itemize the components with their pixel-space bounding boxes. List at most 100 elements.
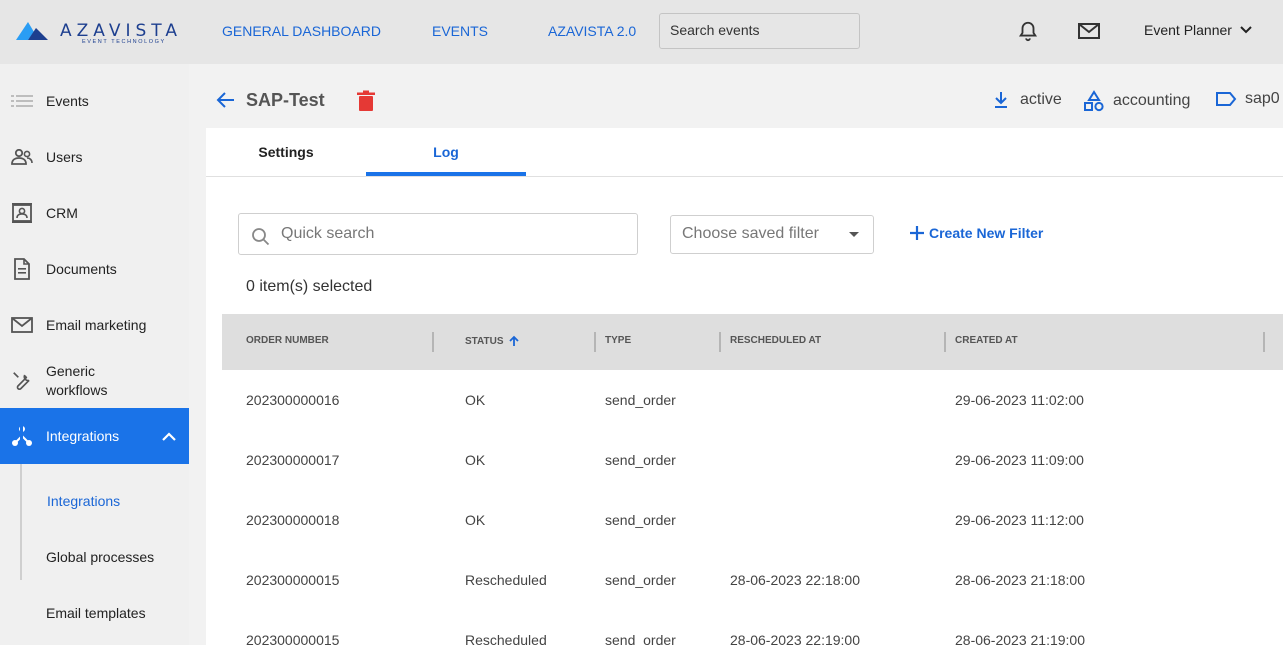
table-header: ORDER NUMBER STATUS TYPE RESCHEDULED AT …	[222, 314, 1283, 370]
created-at-cell: 29-06-2023 11:12:00	[955, 512, 1084, 528]
created-at-cell: 28-06-2023 21:18:00	[955, 572, 1085, 588]
created-at-cell: 29-06-2023 11:09:00	[955, 452, 1084, 468]
status-cell: OK	[465, 512, 486, 528]
main-panel: Settings Log Choose saved filter Create …	[206, 128, 1283, 645]
sidebar-item-label: CRM	[46, 204, 78, 221]
user-name: Event Planner	[1144, 22, 1232, 38]
mail-icon[interactable]	[1077, 20, 1101, 44]
rescheduled-at-cell: 28-06-2023 22:18:00	[730, 572, 860, 588]
type-cell: send_order	[605, 572, 676, 588]
saved-filter-select[interactable]: Choose saved filter	[670, 215, 874, 254]
status-cell: Rescheduled	[465, 632, 547, 645]
category-indicator: accounting	[1083, 90, 1190, 112]
bell-icon[interactable]	[1017, 20, 1041, 44]
tab-log[interactable]: Log	[366, 128, 526, 176]
column-header-order-number[interactable]: ORDER NUMBER	[246, 335, 329, 346]
label-tag-icon	[1216, 92, 1237, 106]
selected-count: 0 item(s) selected	[246, 278, 373, 295]
sort-ascending-icon	[508, 335, 519, 346]
submenu-item-email-templates[interactable]: Email templates	[46, 605, 146, 621]
sidebar-item-label: Users	[46, 148, 83, 165]
nav-general-dashboard[interactable]: GENERAL DASHBOARD	[222, 23, 381, 39]
sidebar-item-label: Email marketing	[46, 316, 147, 333]
caret-down-icon	[849, 232, 859, 237]
order-number-cell: 202300000018	[246, 512, 340, 528]
plus-icon	[910, 226, 924, 240]
sidebar-item-documents[interactable]: Documents	[0, 241, 189, 297]
order-number-cell: 202300000015	[246, 572, 340, 588]
users-icon	[10, 145, 34, 169]
create-filter-button[interactable]: Create New Filter	[909, 225, 1043, 241]
user-menu[interactable]: Event Planner	[1144, 22, 1252, 38]
sidebar-item-generic-workflows[interactable]: Generic workflows	[0, 353, 189, 409]
table-row[interactable]: 202300000016 OK send_order 29-06-2023 11…	[222, 370, 1283, 430]
column-resize-handle[interactable]	[594, 332, 596, 352]
sidebar-item-integrations[interactable]: Integrations	[0, 408, 189, 464]
document-icon	[10, 257, 34, 281]
back-arrow-icon[interactable]	[215, 89, 237, 111]
column-resize-handle[interactable]	[944, 332, 946, 352]
list-icon	[10, 89, 34, 113]
sidebar-item-label: Generic workflows	[46, 363, 108, 398]
tag-text: sap0	[1245, 90, 1280, 107]
tab-divider	[206, 176, 1283, 177]
created-at-cell: 28-06-2023 21:19:00	[955, 632, 1085, 645]
wrench-icon	[10, 369, 34, 393]
column-header-status[interactable]: STATUS	[465, 335, 520, 347]
brand-name: AZAVISTA	[60, 21, 182, 41]
category-text: accounting	[1113, 92, 1191, 109]
sidebar-item-label: Documents	[46, 260, 117, 277]
table-row[interactable]: 202300000015 Rescheduled send_order 28-0…	[222, 550, 1283, 610]
top-bar: AZAVISTA EVENT TECHNOLOGY GENERAL DASHBO…	[0, 0, 1283, 64]
sidebar-item-email-marketing[interactable]: Email marketing	[0, 297, 189, 353]
quick-search-input[interactable]	[281, 223, 621, 245]
contact-card-icon	[10, 201, 34, 225]
column-header-created-at[interactable]: CREATED AT	[955, 335, 1018, 346]
azavista-logo[interactable]: AZAVISTA EVENT TECHNOLOGY	[14, 18, 177, 48]
column-resize-handle[interactable]	[1263, 332, 1265, 352]
nav-azavista-2[interactable]: AZAVISTA 2.0	[548, 23, 636, 39]
table-row[interactable]: 202300000017 OK send_order 29-06-2023 11…	[222, 430, 1283, 490]
saved-filter-value: Choose saved filter	[682, 225, 819, 242]
create-filter-label: Create New Filter	[929, 225, 1044, 241]
status-cell: OK	[465, 392, 486, 408]
sidebar-item-crm[interactable]: CRM	[0, 185, 189, 241]
status-indicator: active	[990, 90, 1062, 110]
status-cell: Rescheduled	[465, 572, 547, 588]
download-icon	[995, 92, 1007, 108]
order-number-cell: 202300000017	[246, 452, 340, 468]
sidebar-item-label: Events	[46, 92, 89, 109]
order-number-cell: 202300000015	[246, 632, 340, 645]
trash-icon[interactable]	[356, 90, 376, 112]
sidebar-item-events[interactable]: Events	[0, 73, 189, 129]
type-cell: send_order	[605, 632, 676, 645]
submenu-item-global-processes[interactable]: Global processes	[46, 549, 154, 565]
sidebar-item-users[interactable]: Users	[0, 129, 189, 185]
type-cell: send_order	[605, 512, 676, 528]
tab-settings[interactable]: Settings	[206, 128, 366, 176]
page-title: SAP-Test	[246, 90, 325, 110]
column-resize-handle[interactable]	[432, 332, 434, 352]
rescheduled-at-cell: 28-06-2023 22:19:00	[730, 632, 860, 645]
table-row[interactable]: 202300000015 Rescheduled send_order 28-0…	[222, 610, 1283, 645]
type-cell: send_order	[605, 452, 676, 468]
submenu-active-indicator	[20, 408, 23, 464]
tag-indicator: sap0	[1215, 90, 1280, 108]
type-cell: send_order	[605, 392, 676, 408]
sidebar-item-label: Integrations	[46, 427, 120, 444]
status-text: active	[1020, 91, 1062, 108]
submenu-item-integrations[interactable]: Integrations	[47, 493, 120, 509]
column-header-type[interactable]: TYPE	[605, 335, 631, 346]
order-number-cell: 202300000016	[246, 392, 340, 408]
column-resize-handle[interactable]	[719, 332, 721, 352]
status-cell: OK	[465, 452, 486, 468]
created-at-cell: 29-06-2023 11:02:00	[955, 392, 1084, 408]
brand-tagline: EVENT TECHNOLOGY	[82, 39, 166, 45]
search-events-input[interactable]: Search events	[659, 13, 860, 49]
search-icon	[252, 228, 270, 246]
column-header-rescheduled-at[interactable]: RESCHEDULED AT	[730, 335, 821, 346]
table-row[interactable]: 202300000018 OK send_order 29-06-2023 11…	[222, 490, 1283, 550]
quick-search-field[interactable]	[238, 213, 638, 255]
chevron-up-icon[interactable]	[162, 432, 176, 441]
nav-events[interactable]: EVENTS	[432, 23, 488, 39]
